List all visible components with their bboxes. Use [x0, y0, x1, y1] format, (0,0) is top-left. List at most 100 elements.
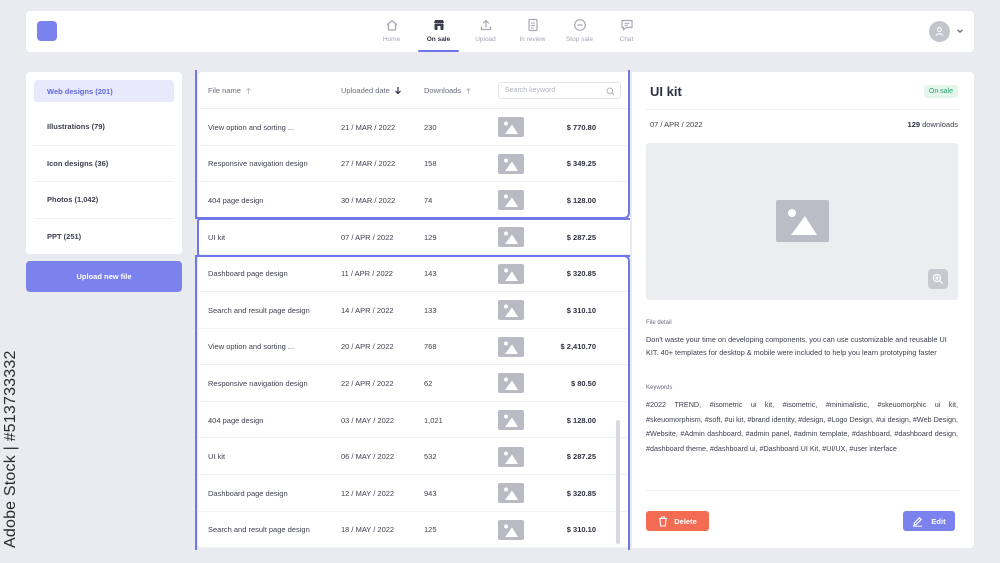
downloads-column-header[interactable]: Downloads [424, 72, 472, 109]
nav-chat[interactable]: Chat [603, 11, 650, 52]
thumbnail-cell [498, 109, 524, 146]
nav-upload[interactable]: Upload [462, 11, 509, 52]
uploaded-date-cell: 12 / MAY / 2022 [341, 488, 395, 498]
thumbnail-image-icon[interactable] [498, 373, 524, 394]
file-name-cell: UI kit [208, 232, 226, 242]
thumbnail-image-icon[interactable] [498, 190, 524, 211]
trash-icon [659, 515, 668, 527]
divider [646, 109, 960, 110]
thumbnail-image-icon[interactable] [498, 153, 524, 174]
delete-button[interactable]: Delete [646, 511, 709, 531]
file-name-column-header[interactable]: File name [208, 72, 252, 109]
nav-home[interactable]: Home [368, 11, 415, 52]
uploaded-date-cell: 27 / MAR / 2022 [341, 159, 396, 169]
sidebar-item-web-designs[interactable]: Web designs (201) [34, 80, 174, 102]
file-name-cell: 404 page design [208, 195, 264, 205]
thumbnail-cell [498, 182, 524, 219]
thumbnail-image-icon[interactable] [498, 483, 524, 504]
sort-arrow-down-icon [394, 87, 401, 95]
detail-downloads: 129 downloads [908, 120, 958, 129]
watermark-vertical-text: Adobe Stock | #513733332 [2, 350, 19, 548]
price-cell: $ 128.00 [566, 415, 596, 425]
file-name-cell: Search and result page design [208, 525, 310, 535]
nav-home-label: Home [382, 36, 401, 43]
file-name-cell: Dashboard page design [208, 488, 288, 498]
table-row[interactable]: View option and sorting ... 21 / MAR / 20… [198, 109, 630, 146]
table-row[interactable]: Search and result page design 14 / APR / … [198, 292, 630, 329]
home-icon [386, 19, 397, 31]
file-detail-text: Don't waste your time on developing comp… [646, 335, 947, 357]
uploaded-date-cell: 21 / MAR / 2022 [341, 122, 396, 132]
thumbnail-image-icon[interactable] [498, 336, 524, 357]
divider [646, 490, 960, 491]
table-row[interactable]: Dashboard page design 12 / MAY / 2022 943 $… [198, 475, 630, 512]
price-cell: $ 320.85 [566, 488, 596, 498]
user-avatar[interactable] [929, 21, 950, 42]
file-name-header-label: File name [208, 86, 241, 95]
table-scrollbar[interactable] [616, 420, 620, 544]
file-name-cell: Responsive navigation design [208, 378, 308, 388]
nav-chat-label: Chat [619, 36, 634, 43]
file-name-cell: View option and sorting ... [208, 122, 295, 132]
thumbnail-image-icon[interactable] [498, 227, 524, 248]
category-sidebar: Web designs (201) Illustrations (79) Ico… [26, 72, 182, 254]
nav-stop-sale-label: Stop sale [565, 36, 594, 43]
sidebar-item-icon-designs[interactable]: Icon designs (36) [34, 146, 174, 182]
edit-label: Edit [931, 516, 946, 526]
table-row[interactable]: 404 page design 03 / MAY / 2022 1,021 $ 128… [198, 402, 630, 439]
downloads-cell: 133 [424, 305, 437, 315]
user-icon [935, 27, 944, 36]
sidebar-item-ppt[interactable]: PPT (251) [34, 219, 174, 256]
top-bar: Home On sale Upload In review Stop sale … [26, 11, 974, 52]
thumbnail-image-icon[interactable] [498, 519, 524, 540]
zoom-button[interactable] [928, 269, 948, 289]
file-name-cell: UI kit [208, 452, 226, 462]
table-row[interactable]: Responsive navigation design 27 / MAR / 2… [198, 146, 630, 183]
price-cell: $ 310.10 [566, 525, 596, 535]
table-row[interactable]: Search and result page design 18 / MAY / … [198, 512, 630, 549]
thumbnail-image-icon[interactable] [498, 117, 524, 138]
uploaded-date-column-header[interactable]: Uploaded date [341, 72, 402, 109]
table-row[interactable]: Dashboard page design 11 / APR / 2022 143 $… [198, 255, 630, 292]
app-logo[interactable] [37, 21, 57, 41]
uploaded-date-cell: 07 / APR / 2022 [341, 232, 394, 242]
price-cell: $ 320.85 [566, 269, 596, 279]
document-icon [527, 18, 538, 32]
search-icon[interactable] [606, 87, 615, 96]
file-name-cell: Search and result page design [208, 305, 310, 315]
sidebar-item-photos[interactable]: Photos (1,042) [34, 182, 174, 219]
upload-new-file-button[interactable]: Upload new file [26, 261, 182, 292]
file-name-cell: Responsive navigation design [208, 159, 308, 169]
price-cell: $ 770.80 [566, 122, 596, 132]
thumbnail-cell [498, 475, 524, 512]
nav-on-sale[interactable]: On sale [415, 11, 462, 52]
chevron-down-icon[interactable] [956, 27, 964, 35]
sidebar-item-illustrations[interactable]: Illustrations (79) [34, 109, 174, 146]
thumbnail-image-icon[interactable] [498, 300, 524, 321]
file-detail-label: File detail [646, 320, 672, 326]
nav-stop-sale[interactable]: Stop sale [556, 11, 603, 52]
downloads-header-label: Downloads [424, 86, 462, 95]
downloads-cell: 230 [424, 122, 437, 132]
thumbnail-image-icon[interactable] [498, 410, 524, 431]
uploaded-date-cell: 06 / MAY / 2022 [341, 452, 395, 462]
stop-icon [573, 19, 586, 31]
downloads-cell: 143 [424, 269, 437, 279]
edit-button[interactable]: Edit [903, 511, 955, 531]
chat-icon [620, 19, 633, 31]
table-row[interactable]: UI kit 07 / APR / 2022 129 $ 287.25 [198, 219, 630, 256]
search-input[interactable]: Search keyword [498, 82, 621, 99]
keywords-label: Keywords [646, 385, 673, 391]
table-row[interactable]: View option and sorting ... 20 / APR / 20… [198, 329, 630, 366]
table-row[interactable]: UI kit 06 / MAY / 2022 532 $ 287.25 [198, 438, 630, 475]
thumbnail-image-icon[interactable] [498, 263, 524, 284]
price-cell: $ 310.10 [566, 305, 596, 315]
nav-in-review-label: In review [519, 36, 546, 43]
thumbnail-cell [498, 402, 524, 439]
table-row[interactable]: Responsive navigation design 22 / APR / 2… [198, 365, 630, 402]
nav-in-review[interactable]: In review [509, 11, 556, 52]
thumbnail-image-icon[interactable] [498, 446, 524, 467]
price-cell: $ 349.25 [566, 159, 596, 169]
table-row[interactable]: 404 page design 30 / MAR / 2022 74 $ 128.00 [198, 182, 630, 219]
downloads-cell: 125 [424, 525, 437, 535]
